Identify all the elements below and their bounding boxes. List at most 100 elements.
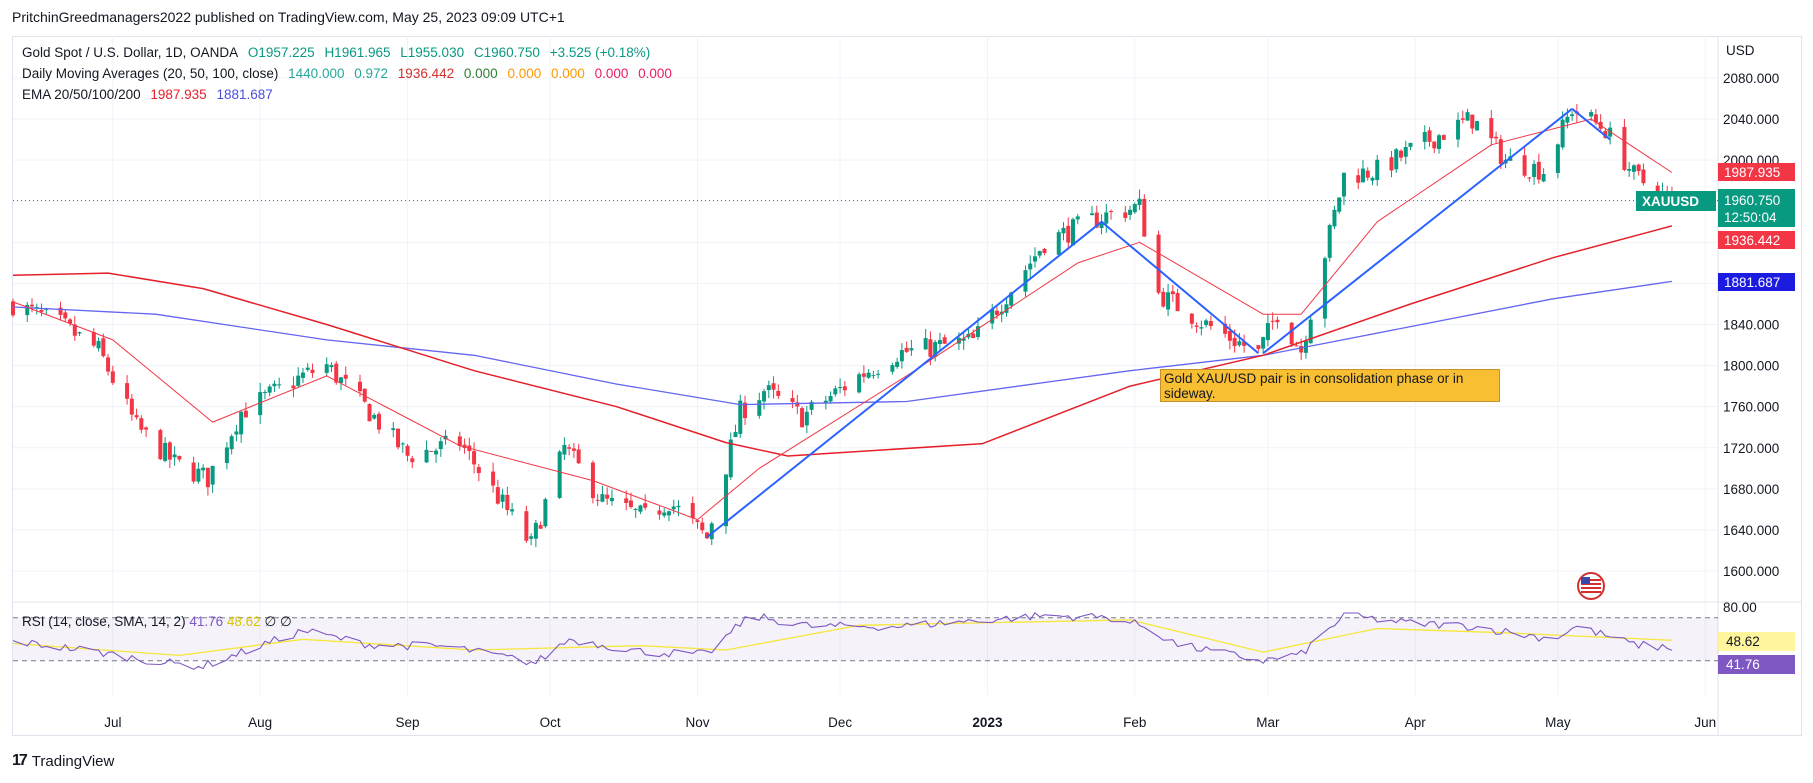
candle-body: [262, 391, 267, 393]
candle-body: [177, 455, 182, 460]
price-axis-tick: 1800.000: [1723, 359, 1779, 374]
rsi-sma-value: 48.62: [226, 614, 261, 629]
candle: [1356, 168, 1361, 190]
candle-body: [804, 411, 809, 426]
candle-body: [267, 386, 272, 393]
symbol-tag: XAUUSD: [1642, 194, 1699, 209]
rsi-value: 41.76: [189, 614, 224, 629]
candle-body: [1137, 198, 1142, 206]
candle: [144, 426, 149, 438]
candle: [590, 460, 595, 504]
candle: [434, 448, 439, 463]
candle-body: [1037, 251, 1042, 256]
ema50-line: [12, 225, 1673, 457]
candle-body: [800, 408, 805, 428]
candle-body: [861, 373, 866, 377]
candle-body: [243, 410, 248, 418]
ema20-line: [12, 118, 1673, 521]
candle: [405, 443, 410, 462]
candle: [234, 424, 239, 442]
candle: [510, 502, 515, 516]
rsi-label: RSI (14, close, SMA, 14, 2): [22, 614, 186, 629]
time-axis-label: Aug: [248, 715, 272, 730]
time-axis-label: Jun: [1694, 715, 1716, 730]
candle-body: [771, 383, 776, 390]
candle-body: [400, 443, 405, 445]
time-axis-label: Oct: [540, 715, 561, 730]
candle-body: [1641, 169, 1646, 184]
candle-body: [106, 357, 111, 372]
tradingview-logo-icon: 17: [12, 752, 28, 769]
candle: [666, 510, 671, 522]
time-axis-label: Mar: [1256, 715, 1280, 730]
candle: [738, 394, 743, 438]
candle: [766, 380, 771, 399]
candle: [1104, 203, 1109, 233]
candle-body: [624, 498, 629, 503]
ema-value-2: 1881.687: [216, 87, 273, 102]
candle: [129, 393, 134, 421]
annotation-note[interactable]: Gold XAU/USD pair is in consolidation ph…: [1160, 369, 1500, 402]
candle: [505, 486, 510, 516]
price-axis-tick: 1720.000: [1723, 441, 1779, 456]
rsi-axis-tick: 80.00: [1723, 600, 1757, 615]
candle: [177, 455, 182, 462]
price-axis-tick: 1680.000: [1723, 482, 1779, 497]
candle: [876, 370, 881, 379]
candle-body: [1489, 118, 1494, 139]
price-chart[interactable]: USD2080.0002040.0002000.0001960.0001920.…: [0, 0, 1813, 783]
candle-body: [30, 304, 35, 307]
candle: [158, 428, 163, 460]
candle-body: [229, 436, 234, 450]
candle-body: [638, 505, 643, 512]
candle-body: [1627, 168, 1632, 171]
ma-legend: Daily Moving Averages (20, 50, 100, clos…: [22, 66, 678, 81]
candle-body: [643, 503, 648, 508]
candle: [1627, 161, 1632, 177]
candle-body: [324, 364, 329, 373]
candle: [861, 365, 866, 383]
candle: [1532, 160, 1537, 185]
candle-body: [1422, 132, 1427, 142]
candle-body: [167, 442, 172, 460]
candle-body: [562, 444, 567, 455]
rsi-sma-tag: 48.62: [1726, 634, 1760, 649]
candle: [1475, 120, 1480, 131]
price-axis-tick: 2080.000: [1723, 71, 1779, 86]
candle: [372, 413, 377, 420]
tradingview-brand[interactable]: 17 TradingView: [12, 752, 114, 770]
candle-body: [1532, 163, 1537, 177]
candle: [790, 390, 795, 409]
candle-body: [1565, 116, 1570, 123]
time-axis-label: Apr: [1405, 715, 1427, 730]
candle-body: [39, 309, 44, 312]
candle: [595, 494, 600, 506]
candle: [557, 449, 562, 499]
candle-body: [533, 522, 538, 539]
candle-body: [429, 450, 434, 452]
ema-value-1: 1987.935: [150, 87, 207, 102]
candle-body: [500, 494, 505, 502]
candle: [657, 506, 662, 520]
candle-body: [557, 451, 562, 498]
candle-body: [1341, 172, 1346, 197]
candle-body: [762, 391, 767, 402]
candle: [743, 395, 748, 426]
ma-value-4: 0.000: [463, 66, 498, 81]
candle: [904, 341, 909, 354]
candle-body: [1456, 119, 1461, 140]
candle: [1071, 217, 1076, 246]
candle: [724, 474, 729, 534]
candle: [1037, 250, 1042, 259]
candle: [377, 411, 382, 434]
candle-body: [700, 522, 705, 531]
ohlc-high: H1961.965: [324, 45, 391, 60]
candle-body: [191, 462, 196, 482]
candle-body: [757, 400, 762, 416]
candle-body: [224, 447, 229, 464]
candle: [1061, 222, 1066, 241]
candle-body: [510, 509, 515, 512]
price-axis-tick: 1640.000: [1723, 523, 1779, 538]
ma-value-6: 0.000: [551, 66, 585, 81]
candle: [1360, 159, 1365, 183]
